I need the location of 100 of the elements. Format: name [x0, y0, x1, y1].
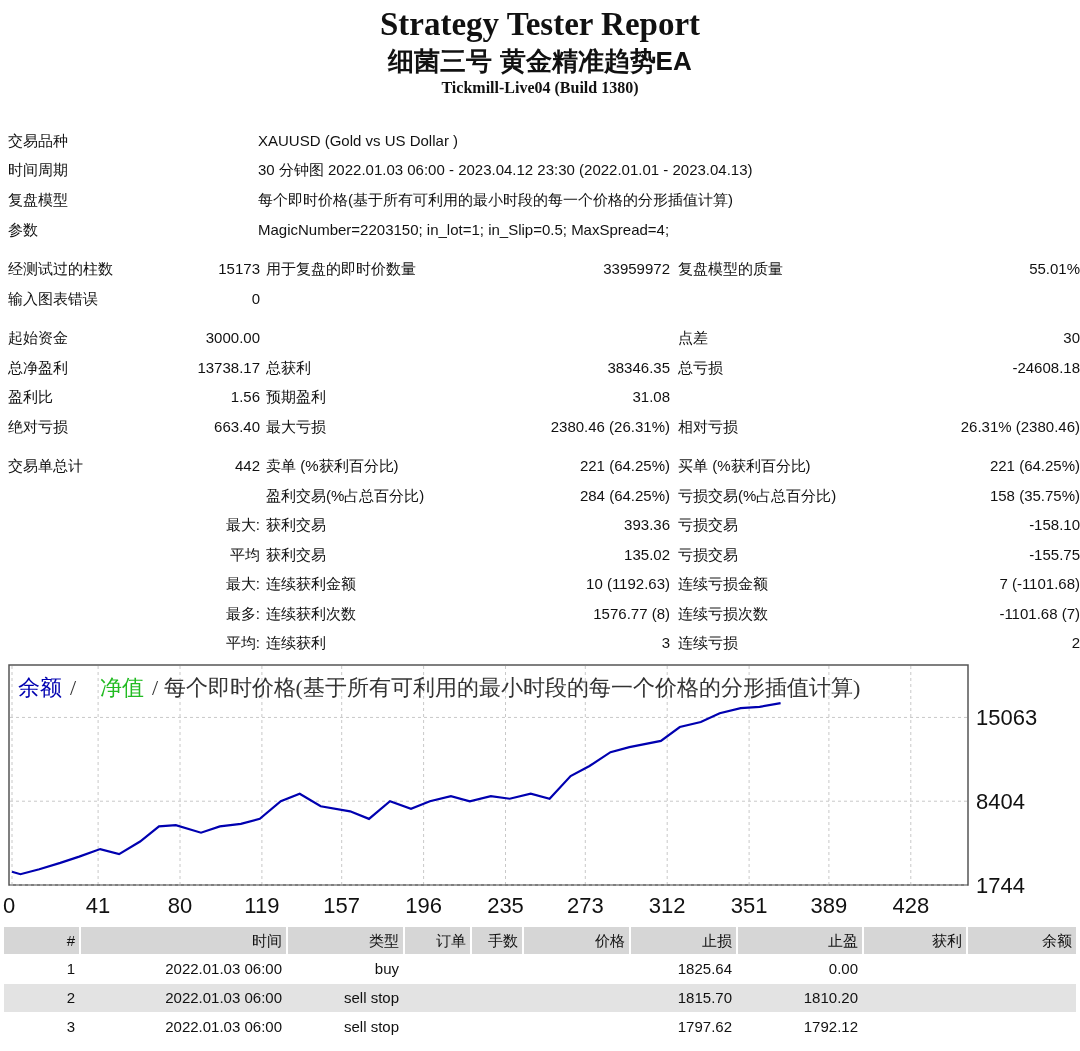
x-tick-label: 196	[405, 893, 442, 919]
column-header: 价格	[524, 927, 629, 955]
stat-value: 15173	[218, 260, 260, 278]
table-cell: buy	[374, 960, 399, 978]
column-header: 止盈	[738, 927, 862, 955]
stat-value: 13738.17	[197, 358, 260, 376]
stat-value: 393.36	[624, 516, 670, 534]
info-value: MagicNumber=2203150; in_lot=1; in_Slip=0.5; MaxSpread=4;	[258, 219, 670, 240]
stat-value: -24608.18	[1012, 358, 1080, 376]
x-tick-label: 80	[167, 893, 193, 919]
stat-value: 284 (64.25%)	[579, 486, 670, 504]
x-tick-label: 389	[810, 893, 848, 919]
stat-label: 获利交易	[266, 545, 326, 563]
stat-value: -1101.68 (7)	[999, 604, 1080, 622]
column-header: 止损	[631, 927, 736, 955]
info-value: 每个即时价格(基于所有可利用的最小时段的每一个价格的分形插值计算)	[258, 189, 733, 210]
info-label: 交易品种	[8, 130, 69, 151]
info-label: 时间周期	[8, 160, 69, 181]
stat-value: 2	[1071, 634, 1080, 652]
x-tick-label: 157	[323, 893, 361, 919]
stat-value: 10 (1192.63)	[586, 575, 670, 593]
stat-label: 输入图表错误	[8, 289, 98, 307]
stat-label: 连续亏损金额	[678, 575, 768, 593]
stat-label: 连续获利次数	[266, 604, 356, 622]
table-cell: 1792.12	[803, 1018, 858, 1036]
x-tick-label: 312	[648, 893, 686, 919]
stat-value: 55.01%	[1029, 260, 1080, 278]
stat-label: 盈利比	[8, 388, 53, 406]
column-header: 类型	[288, 927, 403, 955]
stat-value: 221 (64.25%)	[989, 457, 1080, 475]
table-cell: 2022.01.03 06:00	[165, 1018, 282, 1036]
stat-value: 158 (35.75%)	[989, 486, 1080, 504]
stat-value: 0	[251, 289, 260, 307]
stat-value: 26.31% (2380.46)	[960, 417, 1080, 435]
stat-label: 连续获利金额	[266, 575, 356, 593]
stat-value: 33959972	[603, 260, 670, 278]
legend-text: / 每个即时价格(基于所有可利用的最小时段的每一个价格的分形插值计算)	[152, 675, 861, 701]
stat-label: 复盘模型的质量	[678, 260, 783, 278]
stat-label: 用于复盘的即时价数量	[266, 260, 416, 278]
column-header: #	[4, 927, 79, 955]
stat-value: 663.40	[214, 417, 260, 435]
column-header: 余额	[968, 927, 1076, 955]
stat-label: 亏损交易	[678, 516, 738, 534]
stat-value: 2380.46 (26.31%)	[550, 417, 670, 435]
stat-value: 38346.35	[607, 358, 670, 376]
stat-label: 亏损交易	[678, 545, 738, 563]
table-cell: sell stop	[343, 989, 399, 1007]
stat-value: 平均:	[225, 634, 260, 652]
stat-label: 连续亏损	[678, 634, 738, 652]
legend-text: /	[70, 675, 77, 701]
stat-value: -155.75	[1029, 545, 1080, 563]
stat-label: 盈利交易(%占总百分比)	[266, 486, 425, 504]
stat-value: 最大:	[225, 575, 260, 593]
stat-label: 连续获利	[266, 634, 326, 652]
report-title: Strategy Tester Report	[379, 5, 701, 44]
stat-value: 7 (-1101.68)	[999, 575, 1080, 593]
info-label: 参数	[8, 219, 39, 240]
report-subtitle: 细菌三号 黄金精准趋势EA	[388, 45, 692, 78]
column-header: 时间	[81, 927, 286, 955]
stat-value: 3000.00	[205, 329, 260, 347]
stat-label: 预期盈利	[266, 388, 326, 406]
legend-text: 净值	[100, 675, 144, 701]
table-cell: 2	[66, 989, 75, 1007]
column-header: 获利	[864, 927, 966, 955]
legend-text: 余额	[18, 675, 62, 701]
stat-value: 平均	[230, 545, 260, 563]
x-tick-label: 235	[487, 893, 524, 919]
stat-value: 最大:	[225, 516, 260, 534]
table-cell: 1797.62	[677, 1018, 732, 1036]
stat-label: 买单 (%获利百分比)	[678, 457, 811, 475]
stat-label: 总亏损	[678, 358, 723, 376]
stat-value: -158.10	[1029, 516, 1080, 534]
info-value: 30 分钟图 2022.01.03 06:00 - 2023.04.12 23:30 (2022.01.01 - 2023.04.13)	[258, 160, 753, 181]
table-cell: 0.00	[828, 960, 858, 978]
x-tick-label: 428	[892, 893, 930, 919]
stat-value: 最多:	[225, 604, 260, 622]
table-cell: 1	[66, 960, 75, 978]
y-tick-label: 8404	[976, 789, 1025, 815]
stat-label: 总净盈利	[8, 358, 68, 376]
stat-label: 点差	[678, 329, 708, 347]
table-cell: 2022.01.03 06:00	[165, 989, 282, 1007]
stat-value: 1576.77 (8)	[593, 604, 670, 622]
stat-value: 221 (64.25%)	[579, 457, 670, 475]
table-cell: sell stop	[343, 1018, 399, 1036]
stat-value: 30	[1063, 329, 1080, 347]
y-tick-label: 1744	[976, 873, 1025, 899]
info-label: 复盘模型	[8, 189, 69, 210]
stat-value: 3	[661, 634, 670, 652]
stat-label: 经测试过的柱数	[8, 260, 113, 278]
server-name: Tickmill-Live04 (Build 1380)	[441, 78, 639, 98]
table-cell: 3	[66, 1018, 75, 1036]
stat-label: 最大亏损	[266, 417, 326, 435]
table-cell: 1810.20	[803, 989, 858, 1007]
stat-label: 总获利	[266, 358, 311, 376]
x-tick-label: 0	[3, 893, 16, 919]
stat-label: 相对亏损	[678, 417, 738, 435]
column-header: 订单	[405, 927, 470, 955]
column-header: 手数	[472, 927, 522, 955]
y-tick-label: 15063	[976, 705, 1038, 731]
stat-label: 获利交易	[266, 516, 326, 534]
